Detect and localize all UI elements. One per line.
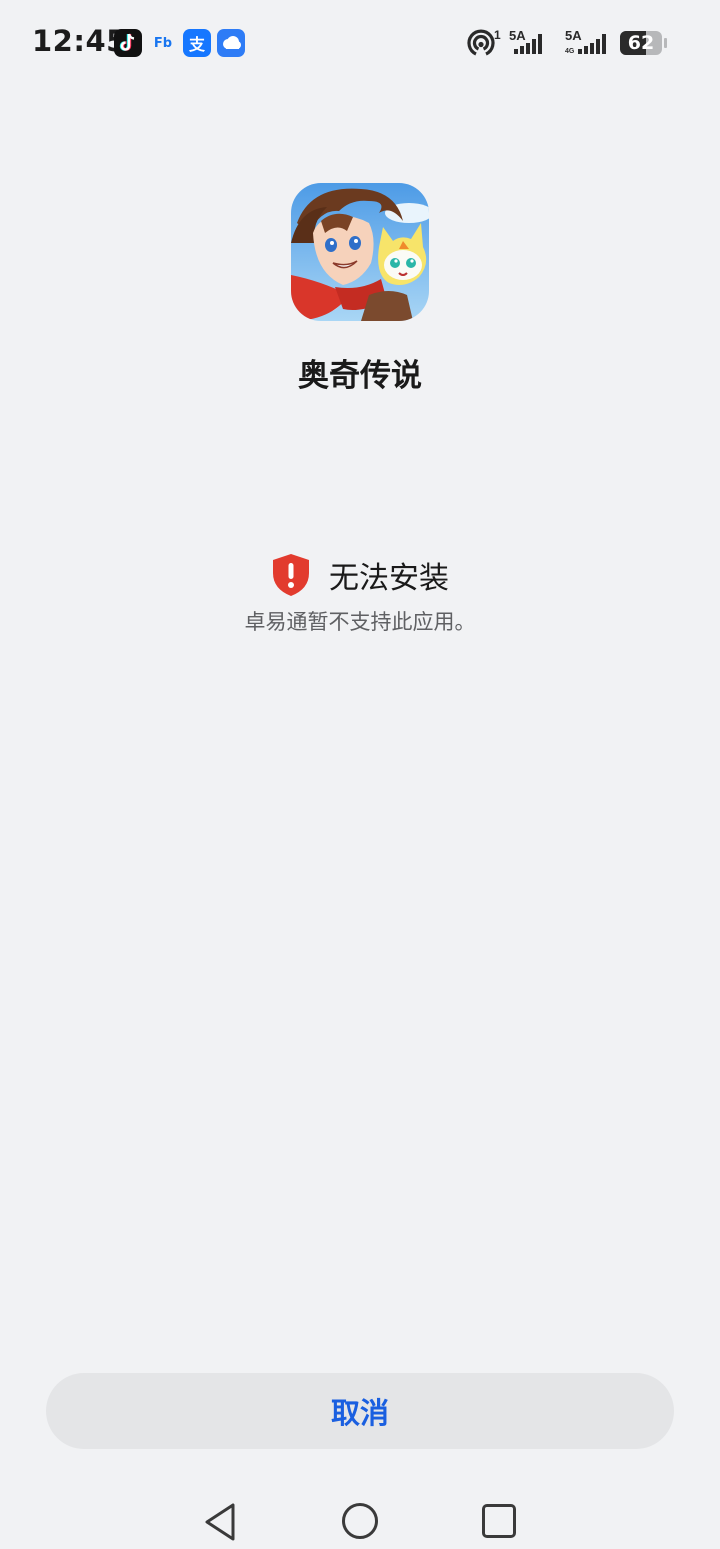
- cancel-button[interactable]: 取消: [46, 1373, 674, 1449]
- signal-strength-icon: 5A: [508, 28, 554, 62]
- fb-icon: Fb: [149, 29, 177, 57]
- signal-1-label: 5A: [509, 28, 526, 43]
- shield-warning-icon: [273, 554, 309, 596]
- alipay-icon: 支: [183, 29, 211, 57]
- back-triangle-icon[interactable]: [199, 1500, 243, 1544]
- hotspot-count: 1: [494, 28, 501, 42]
- hotspot-icon: 1: [460, 28, 502, 62]
- battery-icon: 62: [620, 31, 668, 55]
- tiktok-icon: [114, 29, 142, 57]
- status-bar: 12:45 Fb 支 1 5A 5A 4G 62: [0, 0, 720, 86]
- signal-strength-icon-2: 5A 4G: [564, 28, 614, 62]
- app-icon: [291, 183, 429, 321]
- home-circle-icon[interactable]: [338, 1500, 382, 1544]
- recent-square-icon[interactable]: [477, 1500, 521, 1544]
- svg-text:4G: 4G: [565, 48, 575, 55]
- signal-2-label: 5A: [565, 28, 582, 43]
- error-description: 卓易通暂不支持此应用。: [244, 610, 476, 634]
- error-title: 无法安装: [329, 561, 449, 596]
- battery-level: 62: [627, 32, 655, 54]
- app-name: 奥奇传说: [298, 358, 422, 394]
- status-time: 12:45: [32, 24, 127, 58]
- weather-icon: [217, 29, 245, 57]
- install-error-row: 无法安装: [0, 550, 720, 600]
